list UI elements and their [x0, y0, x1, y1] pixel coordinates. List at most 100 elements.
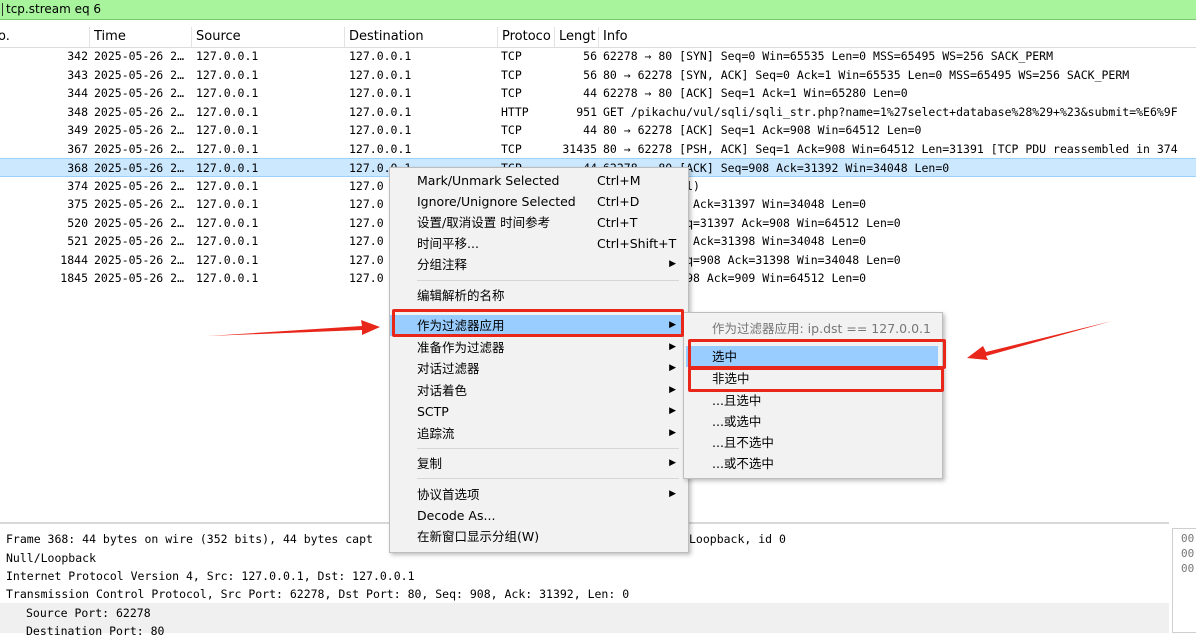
- column-header-length[interactable]: Lengt: [555, 27, 599, 47]
- cell-source: 127.0.0.1: [196, 123, 259, 137]
- cell-info: ACK] Seq=908 Ack=31397 Win=34048 Len=0: [603, 197, 867, 211]
- column-header-no[interactable]: o.: [0, 27, 90, 47]
- packet-row[interactable]: 343 2025-05-26 2… 127.0.0.1 127.0.0.1 TCP 56 8…: [0, 66, 1196, 85]
- menu-separator: [417, 280, 679, 281]
- menu-item-protocol-preferences[interactable]: 协议首选项 ▶: [390, 484, 688, 505]
- menu-item-time-reference[interactable]: 设置/取消设置 时间参考 Ctrl+T: [390, 212, 688, 233]
- display-filter-bar[interactable]: tcp.stream eq 6: [0, 0, 1196, 20]
- cell-time: 2025-05-26 2…: [94, 215, 185, 230]
- column-header-time[interactable]: Time: [90, 27, 192, 47]
- cell-time: 2025-05-26 2…: [94, 141, 185, 156]
- cell-no: 367: [67, 141, 88, 156]
- packet-row[interactable]: 348 2025-05-26 2… 127.0.0.1 127.0.0.1 HTTP 95…: [0, 103, 1196, 122]
- cell-destination: 127.0.0.1: [349, 123, 412, 137]
- cell-time: 2025-05-26 2…: [94, 197, 185, 211]
- cell-time: 2025-05-26 2…: [94, 104, 185, 119]
- menu-item-decode-as[interactable]: Decode As...: [390, 505, 688, 526]
- cell-time: 2025-05-26 2…: [94, 234, 185, 248]
- submenu-item-and-selected[interactable]: ...且选中: [684, 390, 942, 411]
- detail-tcp-line[interactable]: Transmission Control Protocol, Src Port:…: [6, 585, 629, 603]
- cell-no: 368: [67, 161, 88, 175]
- cell-source: 127.0.0.1: [196, 178, 259, 193]
- cell-source: 127.0.0.1: [196, 86, 259, 100]
- menu-item-copy[interactable]: 复制 ▶: [390, 453, 688, 474]
- menu-item-mark[interactable]: Mark/Unmark Selected Ctrl+M: [390, 170, 688, 191]
- cell-info: OK (text/html): [603, 177, 1196, 195]
- column-header-destination[interactable]: Destination: [345, 27, 498, 47]
- submenu-arrow-icon: ▶: [669, 489, 676, 499]
- cell-destination: 127.0.0.1: [349, 49, 412, 63]
- menu-item-edit-resolved-name[interactable]: 编辑解析的名称: [390, 285, 688, 306]
- menu-item-colorize-conversation[interactable]: 对话着色 ▶: [390, 380, 688, 401]
- cell-length: 951: [576, 104, 597, 119]
- cell-no: 1845: [60, 271, 88, 285]
- submenu-arrow-icon: ▶: [669, 428, 676, 438]
- detail-source-port[interactable]: Source Port: 62278: [26, 604, 151, 622]
- detail-destination-port[interactable]: Destination Port: 80: [26, 622, 164, 640]
- packet-row[interactable]: 342 2025-05-26 2… 127.0.0.1 127.0.0.1 TCP 56 6…: [0, 47, 1196, 66]
- annotation-arrow-left: [208, 320, 380, 336]
- cell-info: ACK] Seq=31398 Ack=909 Win=64512 Len=0: [603, 271, 867, 285]
- menu-item-time-shift[interactable]: 时间平移... Ctrl+Shift+T: [390, 233, 688, 254]
- cell-source: 127.0.0.1: [196, 271, 259, 285]
- menu-item-ignore[interactable]: Ignore/Unignore Selected Ctrl+D: [390, 191, 688, 212]
- cell-time: 2025-05-26 2…: [94, 178, 185, 193]
- cell-info: 62278 → 80 [ACK] Seq=1 Ack=1 Win=65280 L…: [603, 86, 908, 100]
- cell-time: 2025-05-26 2…: [94, 86, 185, 100]
- menu-separator: [417, 478, 679, 479]
- column-header-protocol[interactable]: Protoco: [498, 27, 555, 47]
- cell-info: ACK] Seq=908 Ack=31398 Win=34048 Len=0: [603, 234, 867, 248]
- bytes-offset: 00: [1181, 562, 1195, 575]
- packet-list-header: o. Time Source Destination Protoco Lengt…: [0, 27, 1196, 48]
- cell-info: 80 → 62278 [ACK] Seq=1 Ack=908 Win=64512…: [603, 123, 922, 137]
- cell-time: 2025-05-26 2…: [94, 161, 185, 175]
- cell-no: 342: [67, 49, 88, 63]
- packet-row[interactable]: 349 2025-05-26 2… 127.0.0.1 127.0.0.1 TCP 44 8…: [0, 121, 1196, 140]
- cell-source: 127.0.0.1: [196, 252, 259, 267]
- submenu-item-and-not-selected[interactable]: ...且不选中: [684, 432, 942, 453]
- cell-source: 127.0.0.1: [196, 141, 259, 156]
- column-header-source[interactable]: Source: [192, 27, 345, 47]
- submenu-item-or-selected[interactable]: ...或选中: [684, 411, 942, 432]
- menu-separator: [417, 448, 679, 449]
- submenu-header: 作为过滤器应用: ip.dst == 127.0.0.1: [712, 321, 931, 336]
- menu-item-sctp[interactable]: SCTP ▶: [390, 401, 688, 422]
- text-cursor: [2, 3, 3, 16]
- cell-length: 56: [583, 49, 597, 63]
- cell-no: 1844: [60, 252, 88, 267]
- submenu-item-or-not-selected[interactable]: ...或不选中: [684, 453, 942, 474]
- menu-item-follow-stream[interactable]: 追踪流 ▶: [390, 423, 688, 444]
- cell-source: 127.0.0.1: [196, 215, 259, 230]
- display-filter-input[interactable]: tcp.stream eq 6: [6, 2, 101, 16]
- cell-source: 127.0.0.1: [196, 49, 259, 63]
- bytes-offset: 00: [1181, 532, 1195, 545]
- detail-ipv4-line[interactable]: Internet Protocol Version 4, Src: 127.0.…: [6, 567, 415, 585]
- packet-row[interactable]: 367 2025-05-26 2… 127.0.0.1 127.0.0.1 TCP 314…: [0, 140, 1196, 159]
- submenu-arrow-icon: ▶: [669, 385, 676, 395]
- menu-item-conversation-filter[interactable]: 对话过滤器 ▶: [390, 358, 688, 379]
- cell-destination: 127.0.0.1: [349, 67, 412, 82]
- bytes-offset: 00: [1181, 547, 1195, 560]
- cell-protocol: TCP: [501, 123, 522, 137]
- submenu-arrow-icon: ▶: [669, 458, 676, 468]
- cell-source: 127.0.0.1: [196, 161, 259, 175]
- cell-info: FIN, ACK] Seq=908 Ack=31398 Win=34048 Le…: [603, 252, 901, 267]
- cell-time: 2025-05-26 2…: [94, 271, 185, 285]
- column-header-info[interactable]: Info: [599, 27, 1196, 47]
- menu-item-prepare-as-filter[interactable]: 准备作为过滤器 ▶: [390, 337, 688, 358]
- menu-item-packet-comment[interactable]: 分组注释 ▶: [390, 254, 688, 275]
- cell-no: 521: [67, 234, 88, 248]
- packet-row[interactable]: 344 2025-05-26 2… 127.0.0.1 127.0.0.1 TCP 44 6…: [0, 84, 1196, 103]
- cell-no: 520: [67, 215, 88, 230]
- detail-frame-line[interactable]: Frame 368: 44 bytes on wire (352 bits), …: [6, 530, 373, 548]
- detail-loopback-line[interactable]: Null/Loopback: [6, 549, 96, 567]
- cell-info: 62278 → 80 [ACK] Seq=908 Ack=31392 Win=3…: [603, 161, 950, 175]
- annotation-box-selected: [688, 339, 946, 369]
- annotation-box-apply-as-filter: [392, 309, 684, 337]
- detail-shaded-area: [0, 603, 1169, 633]
- cell-destination: 127.0.0.1: [349, 86, 412, 100]
- cell-length: 56: [583, 67, 597, 82]
- submenu-arrow-icon: ▶: [669, 342, 676, 352]
- menu-item-show-in-new-window[interactable]: 在新窗口显示分组(W): [390, 526, 688, 547]
- cell-source: 127.0.0.1: [196, 197, 259, 211]
